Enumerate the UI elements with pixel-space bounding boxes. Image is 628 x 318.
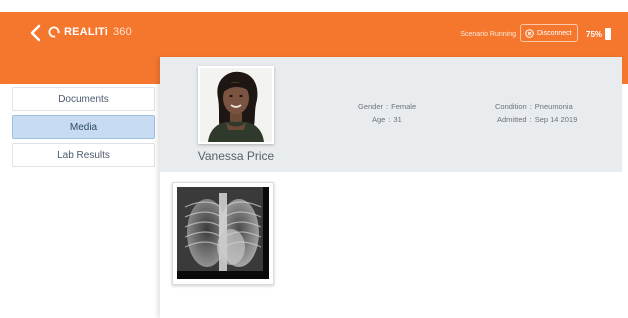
sidebar-item-label: Documents (58, 93, 109, 105)
patient-info-bar: Vanessa Price Gender: Female Age:31 Condi… (160, 57, 622, 172)
disconnect-label: Disconnect (537, 29, 572, 37)
gender-field: Gender: Female (358, 102, 417, 111)
patient-photo (198, 66, 274, 144)
admitted-field: Admitted: Sep 14 2019 (497, 115, 578, 124)
gender-value: Female (391, 102, 417, 111)
disconnect-button[interactable]: Disconnect (520, 24, 578, 42)
scenario-status: Scenario Running (460, 31, 516, 38)
top-band (0, 0, 628, 12)
sidebar-item-label: Media (69, 121, 98, 133)
age-field: Age:31 (372, 115, 402, 124)
logo-ring-icon (48, 26, 60, 38)
sidebar-item-media[interactable]: Media (12, 115, 155, 139)
logo-suffix: 360 (112, 26, 132, 38)
battery-icon (605, 28, 611, 40)
back-chevron-icon[interactable] (28, 24, 42, 42)
age-value: 31 (393, 115, 402, 124)
gender-label: Gender (358, 102, 384, 111)
admitted-label: Admitted (497, 115, 527, 124)
patient-name: Vanessa Price (197, 149, 275, 163)
battery-percent: 75% (586, 30, 603, 39)
patient-panel: Vanessa Price Gender: Female Age:31 Condi… (160, 57, 622, 318)
logo-text: REALITi (64, 26, 108, 38)
condition-field: Condition: Pneumonia (495, 102, 573, 111)
app-logo: REALITi 360 (48, 26, 132, 38)
sidebar-item-documents[interactable]: Documents (12, 87, 155, 111)
sidebar-item-label: Lab Results (57, 149, 110, 161)
patient-portrait-image (200, 68, 272, 142)
admitted-value: Sep 14 2019 (534, 115, 578, 124)
sidebar-item-lab-results[interactable]: Lab Results (12, 143, 155, 167)
chest-xray-image (177, 187, 269, 279)
close-circle-icon (525, 28, 534, 38)
condition-label: Condition (495, 102, 527, 111)
age-label: Age (372, 115, 386, 124)
media-thumbnail[interactable] (172, 182, 274, 285)
condition-value: Pneumonia (534, 102, 573, 111)
